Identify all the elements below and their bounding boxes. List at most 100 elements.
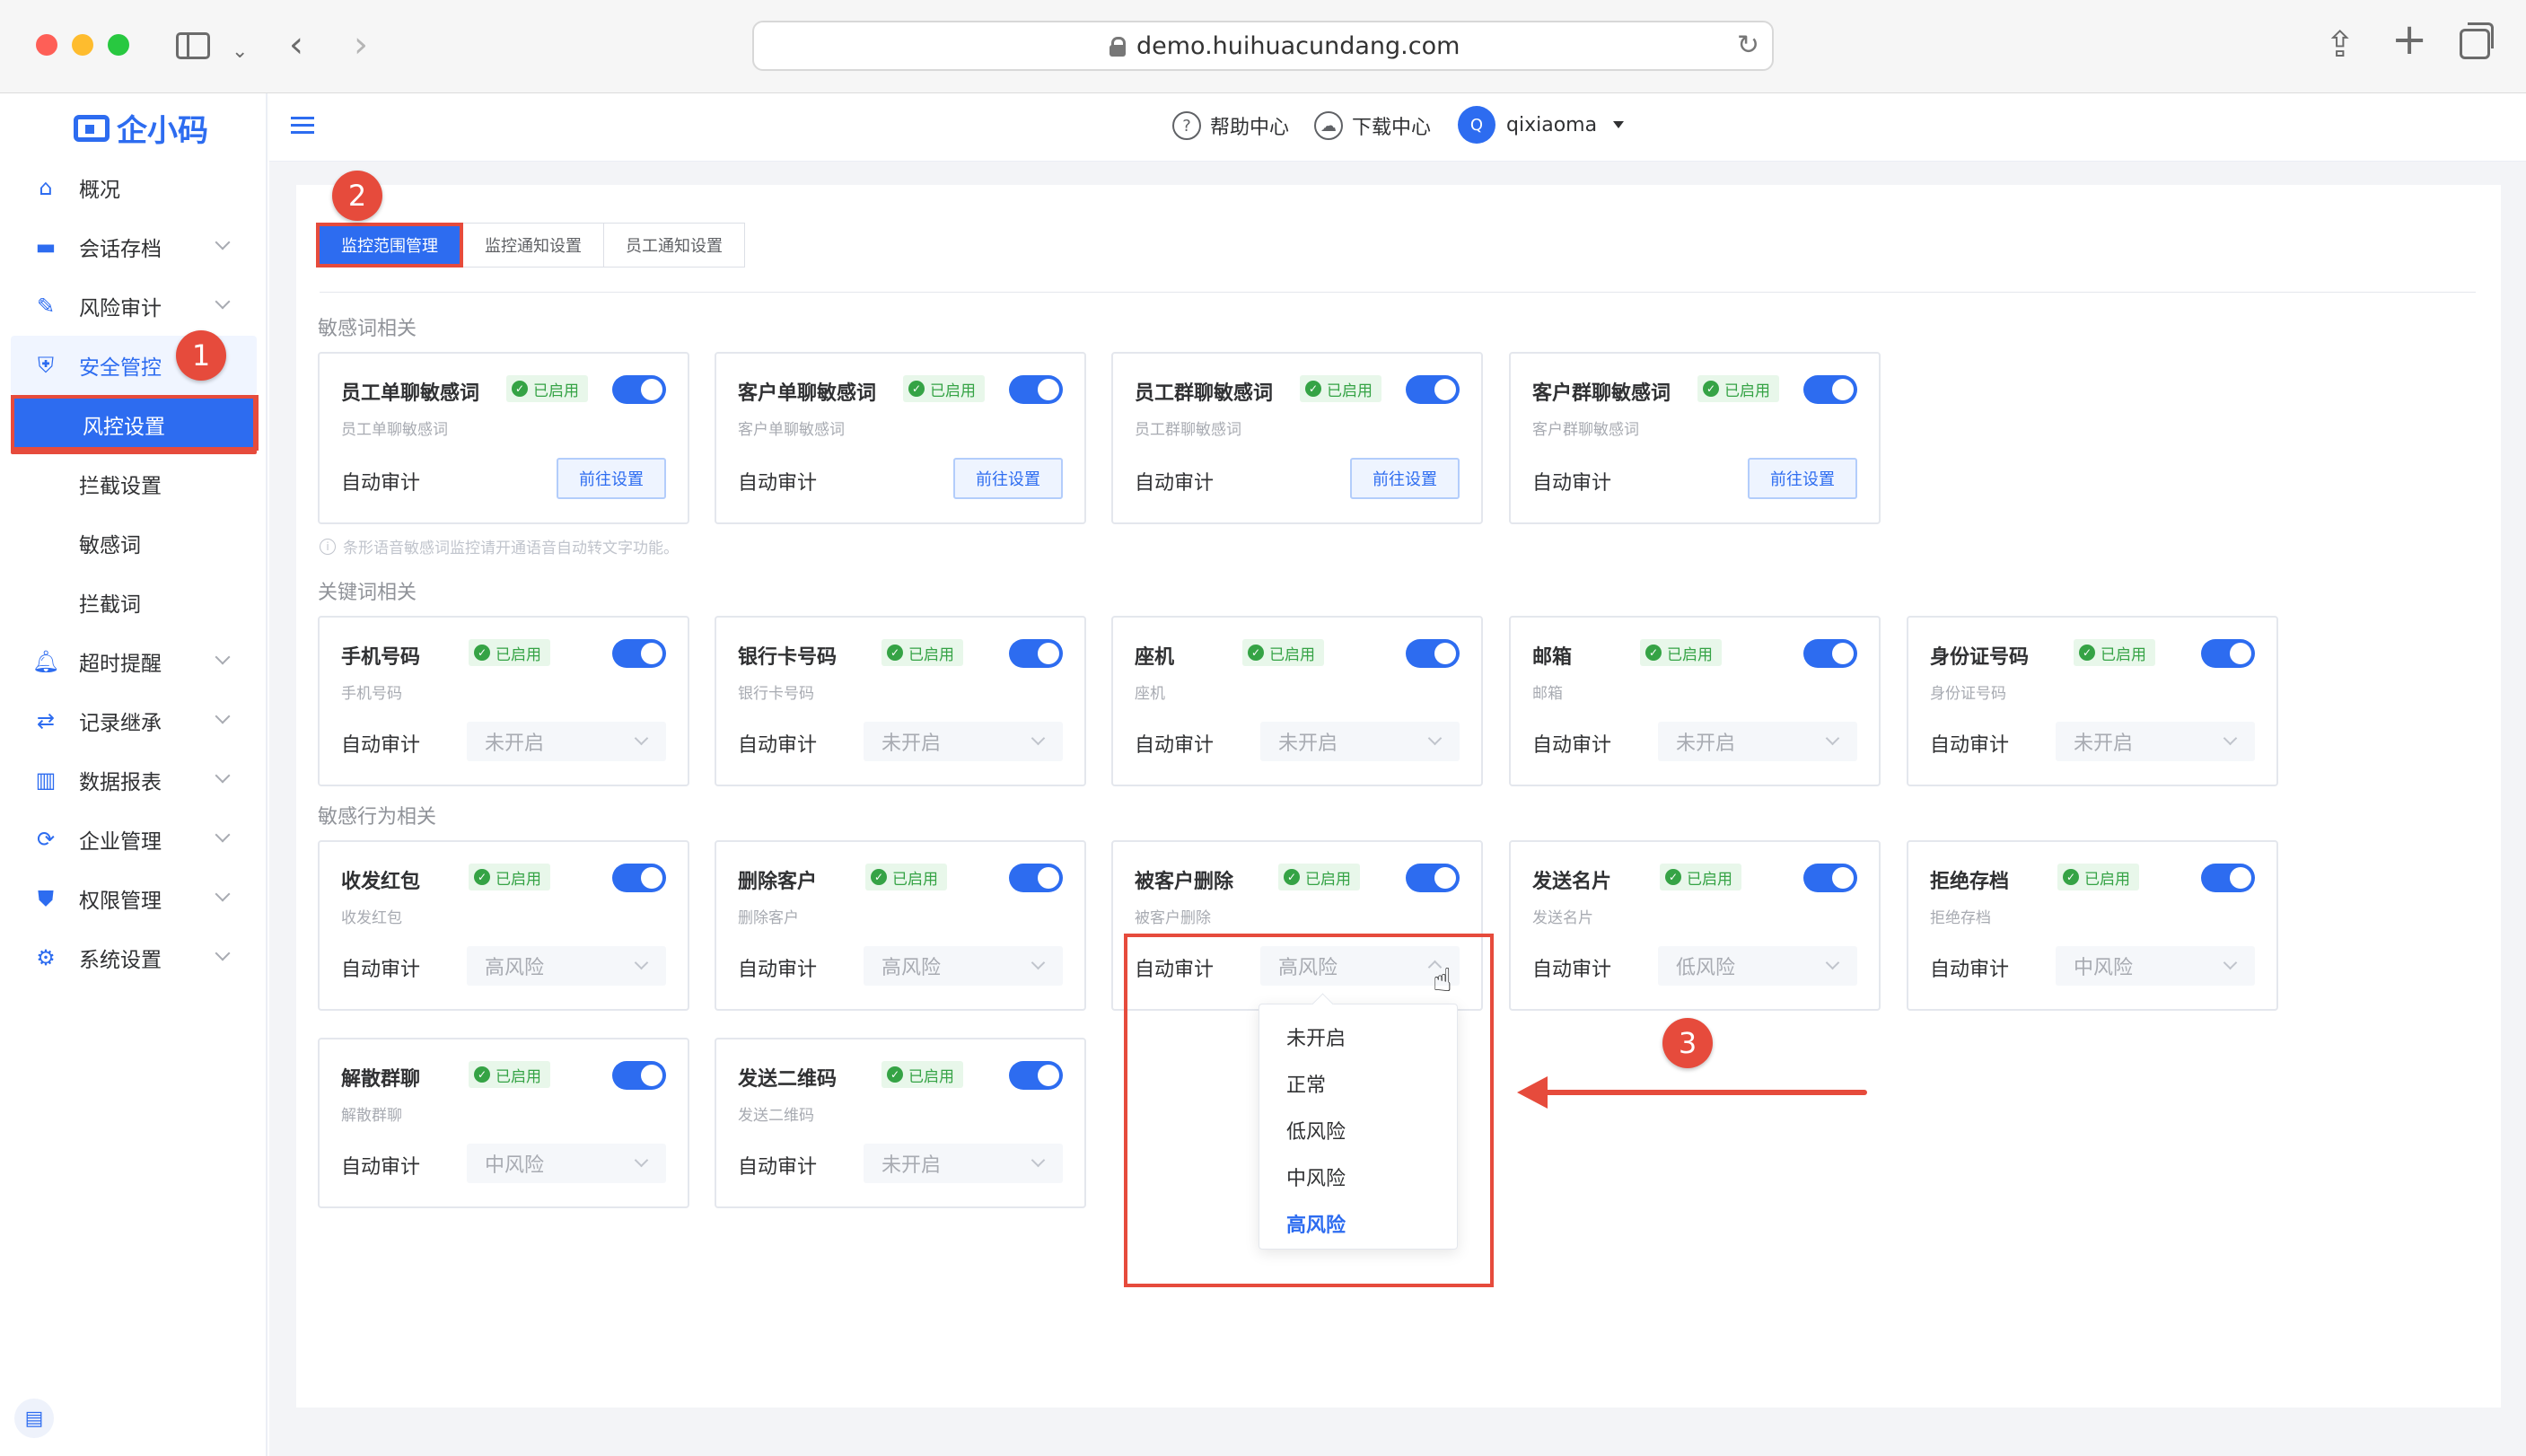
share-icon[interactable]: ⇪ — [2325, 27, 2355, 63]
card-title: 手机号码 — [341, 646, 421, 669]
document-icon[interactable]: ▤ — [14, 1399, 54, 1438]
tab-employee-notify[interactable]: 员工通知设置 — [604, 223, 745, 268]
tab-monitor-notify[interactable]: 监控通知设置 — [463, 223, 604, 268]
logo-mark-icon — [74, 114, 110, 142]
risk-level-select[interactable]: 未开启 — [1658, 722, 1857, 761]
risk-level-select[interactable]: 中风险 — [2056, 946, 2255, 986]
help-center-link[interactable]: ? 帮助中心 — [1172, 111, 1289, 140]
auto-audit-label: 自动审计 — [1930, 734, 2010, 757]
enable-toggle[interactable] — [1009, 1061, 1063, 1090]
enable-toggle[interactable] — [1406, 639, 1460, 668]
sidebar-subitem-intercept-words[interactable]: 拦截词 — [0, 573, 268, 632]
new-tab-icon[interactable]: + — [2391, 18, 2427, 61]
sidebar-subitem-intercept-settings[interactable]: 拦截设置 — [0, 454, 268, 513]
risk-level-select[interactable]: 未开启 — [864, 722, 1063, 761]
download-center-link[interactable]: ☁ 下载中心 — [1314, 111, 1431, 140]
risk-level-select[interactable]: 高风险 — [864, 946, 1063, 986]
sidebar-subitem-sensitive-words[interactable]: 敏感词 — [0, 513, 268, 573]
sidebar-item-timeout[interactable]: 🔔︎ 超时提醒 — [0, 632, 268, 691]
select-value: 未开启 — [881, 1154, 942, 1177]
status-badge-label: 已启用 — [2084, 870, 2130, 889]
card-subtitle: 银行卡号码 — [738, 685, 814, 703]
gear-icon: ⚙ — [36, 945, 56, 970]
annotation-highlight-dropdown — [1124, 934, 1494, 1287]
enable-toggle[interactable] — [1803, 375, 1857, 404]
check-circle-icon: ✓ — [474, 869, 490, 885]
app-sidebar: 企小码 ⌂ 概况 ▬ 会话存档 ✎ 风险审计 ⛨ 安全管控 风控设置 拦截设置 … — [0, 93, 268, 1456]
back-icon[interactable]: ‹ — [289, 27, 303, 63]
card-subtitle: 座机 — [1135, 685, 1165, 703]
sidebar-item-inherit[interactable]: ⇄ 记录继承 — [0, 691, 268, 750]
enable-toggle[interactable] — [1009, 864, 1063, 892]
sidebar-subitem-label: 拦截词 — [79, 593, 141, 617]
lock-icon — [1110, 37, 1126, 57]
top-header: ? 帮助中心 ☁ 下载中心 Q qixiaoma — [269, 93, 2526, 162]
avatar: Q — [1458, 106, 1495, 144]
reload-icon[interactable]: ↻ — [1737, 30, 1759, 61]
sidebar-item-reports[interactable]: ▥ 数据报表 — [0, 750, 268, 810]
close-window-button[interactable] — [36, 34, 57, 56]
maximize-window-button[interactable] — [108, 34, 129, 56]
goto-settings-button[interactable]: 前往设置 — [1350, 458, 1460, 499]
enable-toggle[interactable] — [612, 639, 666, 668]
sidebar-item-risk-audit[interactable]: ✎ 风险审计 — [0, 276, 268, 336]
sidebar-item-system[interactable]: ⚙ 系统设置 — [0, 928, 268, 987]
tab-monitor-scope[interactable]: 监控范围管理 — [316, 223, 463, 268]
risk-level-select[interactable]: 高风险 — [467, 946, 666, 986]
enable-toggle[interactable] — [612, 864, 666, 892]
enable-toggle[interactable] — [1803, 639, 1857, 668]
minimize-window-button[interactable] — [72, 34, 93, 56]
enable-toggle[interactable] — [1009, 375, 1063, 404]
enable-toggle[interactable] — [1406, 375, 1460, 404]
tab-overview-icon[interactable] — [2460, 22, 2494, 59]
risk-level-select[interactable]: 低风险 — [1658, 946, 1857, 986]
card-title: 发送名片 — [1532, 871, 1612, 893]
select-value: 未开启 — [2074, 732, 2134, 755]
risk-level-select[interactable]: 中风险 — [467, 1144, 666, 1183]
goto-settings-button[interactable]: 前往设置 — [953, 458, 1063, 499]
help-icon: ? — [1172, 111, 1201, 140]
arrow-left-icon — [1517, 1076, 1548, 1109]
risk-level-select[interactable]: 未开启 — [864, 1144, 1063, 1183]
enable-toggle[interactable] — [2201, 639, 2255, 668]
sidebar-item-label: 安全管控 — [79, 356, 162, 380]
sidebar-item-permissions[interactable]: ⛊ 权限管理 — [0, 869, 268, 928]
check-circle-icon: ✓ — [871, 869, 887, 885]
risk-level-select[interactable]: 未开启 — [467, 722, 666, 761]
status-badge: ✓ 已启用 — [881, 639, 963, 666]
sidebar-item-overview[interactable]: ⌂ 概况 — [0, 158, 268, 217]
status-badge-label: 已启用 — [496, 870, 541, 889]
user-menu[interactable]: Q qixiaoma — [1458, 106, 1625, 144]
chevron-down-icon — [215, 708, 231, 724]
enable-toggle[interactable] — [1406, 864, 1460, 892]
sidebar-item-archive[interactable]: ▬ 会话存档 — [0, 217, 268, 276]
enable-toggle[interactable] — [1803, 864, 1857, 892]
risk-level-select[interactable]: 未开启 — [2056, 722, 2255, 761]
enable-toggle[interactable] — [2201, 864, 2255, 892]
select-value: 低风险 — [1676, 957, 1736, 979]
check-circle-icon: ✓ — [1284, 869, 1300, 885]
risk-level-select[interactable]: 未开启 — [1260, 722, 1460, 761]
card-customer-group-sensitive: 客户群聊敏感词 ✓ 已启用 客户群聊敏感词 自动审计 前往设置 — [1509, 352, 1881, 524]
sidebar-toggle-icon[interactable] — [176, 32, 210, 59]
card-employee-group-sensitive: 员工群聊敏感词 ✓ 已启用 员工群聊敏感词 自动审计 前往设置 — [1111, 352, 1483, 524]
goto-settings-button[interactable]: 前往设置 — [557, 458, 666, 499]
check-circle-icon: ✓ — [1645, 645, 1662, 661]
sidebar-item-label: 会话存档 — [79, 238, 162, 261]
menu-collapse-icon[interactable] — [291, 117, 314, 135]
card-keyword-phone: 手机号码 ✓ 已启用 手机号码 自动审计 未开启 — [318, 616, 689, 786]
forward-icon[interactable]: › — [354, 27, 368, 63]
auto-audit-label: 自动审计 — [738, 1156, 818, 1179]
enable-toggle[interactable] — [612, 1061, 666, 1090]
auto-audit-label: 自动审计 — [341, 1156, 421, 1179]
goto-settings-button[interactable]: 前往设置 — [1748, 458, 1857, 499]
chevron-down-icon[interactable]: ⌄ — [232, 34, 248, 70]
sidebar-item-label: 概况 — [79, 179, 120, 202]
sidebar-item-enterprise[interactable]: ⟳ 企业管理 — [0, 810, 268, 869]
card-behavior-refuse-archive: 拒绝存档 ✓ 已启用 拒绝存档 自动审计 中风险 — [1907, 840, 2278, 1011]
select-value: 未开启 — [1676, 732, 1736, 755]
sidebar-item-label: 系统设置 — [79, 949, 162, 972]
address-bar[interactable]: demo.huihuacundang.com ↻ — [752, 21, 1774, 71]
enable-toggle[interactable] — [612, 375, 666, 404]
enable-toggle[interactable] — [1009, 639, 1063, 668]
